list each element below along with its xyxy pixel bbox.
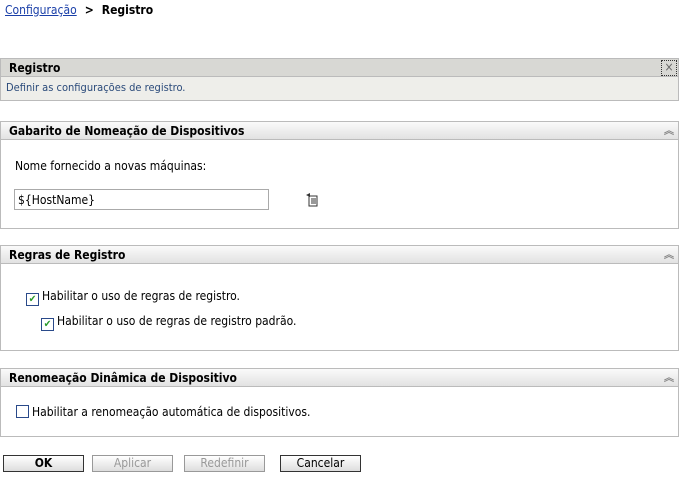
- checkbox-enable-rules[interactable]: ✔ Habilitar o uso de regras de registro.: [26, 289, 240, 306]
- page-title: Registro: [9, 61, 61, 75]
- reset-button[interactable]: Redefinir: [184, 455, 265, 472]
- checkbox-label: Habilitar o uso de regras de registro pa…: [57, 314, 297, 328]
- cancel-button[interactable]: Cancelar: [280, 455, 361, 472]
- panel-body-naming: [0, 140, 679, 229]
- panel-title: Gabarito de Nomeação de Dispositivos: [9, 124, 245, 138]
- panel-header-naming: Gabarito de Nomeação de Dispositivos ︽: [0, 121, 679, 140]
- panel-title: Regras de Registro: [9, 248, 126, 262]
- checkbox-auto-rename[interactable]: Habilitar a renomeação automática de dis…: [16, 405, 310, 419]
- panel-header-rules: Regras de Registro ︽: [0, 245, 679, 264]
- breadcrumb-current: Registro: [101, 3, 154, 17]
- collapse-icon[interactable]: ︽: [664, 246, 674, 265]
- device-name-input[interactable]: [14, 189, 269, 210]
- collapse-icon[interactable]: ︽: [664, 122, 674, 141]
- close-icon[interactable]: ×: [661, 60, 677, 76]
- collapse-icon[interactable]: ︽: [664, 369, 674, 388]
- checkbox-label: Habilitar a renomeação automática de dis…: [32, 405, 311, 419]
- checkbox-checked[interactable]: ✔: [41, 318, 54, 331]
- apply-button[interactable]: Aplicar: [92, 455, 173, 472]
- breadcrumb: Configuração > Registro: [5, 3, 153, 17]
- checkbox-label: Habilitar o uso de regras de registro.: [42, 289, 240, 303]
- checkbox-checked[interactable]: ✔: [26, 293, 39, 306]
- field-label: Nome fornecido a novas máquinas:: [15, 159, 207, 173]
- checkbox-unchecked[interactable]: [16, 405, 29, 418]
- ok-button[interactable]: OK: [3, 455, 84, 472]
- panel-body-rules: [0, 264, 679, 351]
- page-title-bar: Registro ×: [0, 58, 679, 77]
- checkbox-enable-default-rules[interactable]: ✔ Habilitar o uso de regras de registro p…: [41, 314, 296, 331]
- breadcrumb-link-configuracao[interactable]: Configuração: [5, 3, 77, 17]
- breadcrumb-separator: >: [84, 3, 94, 17]
- panel-title: Renomeação Dinâmica de Dispositivo: [9, 371, 237, 385]
- insert-variable-icon[interactable]: [306, 193, 318, 207]
- page-description: Definir as configurações de registro.: [0, 77, 679, 101]
- panel-header-rename: Renomeação Dinâmica de Dispositivo ︽: [0, 368, 679, 387]
